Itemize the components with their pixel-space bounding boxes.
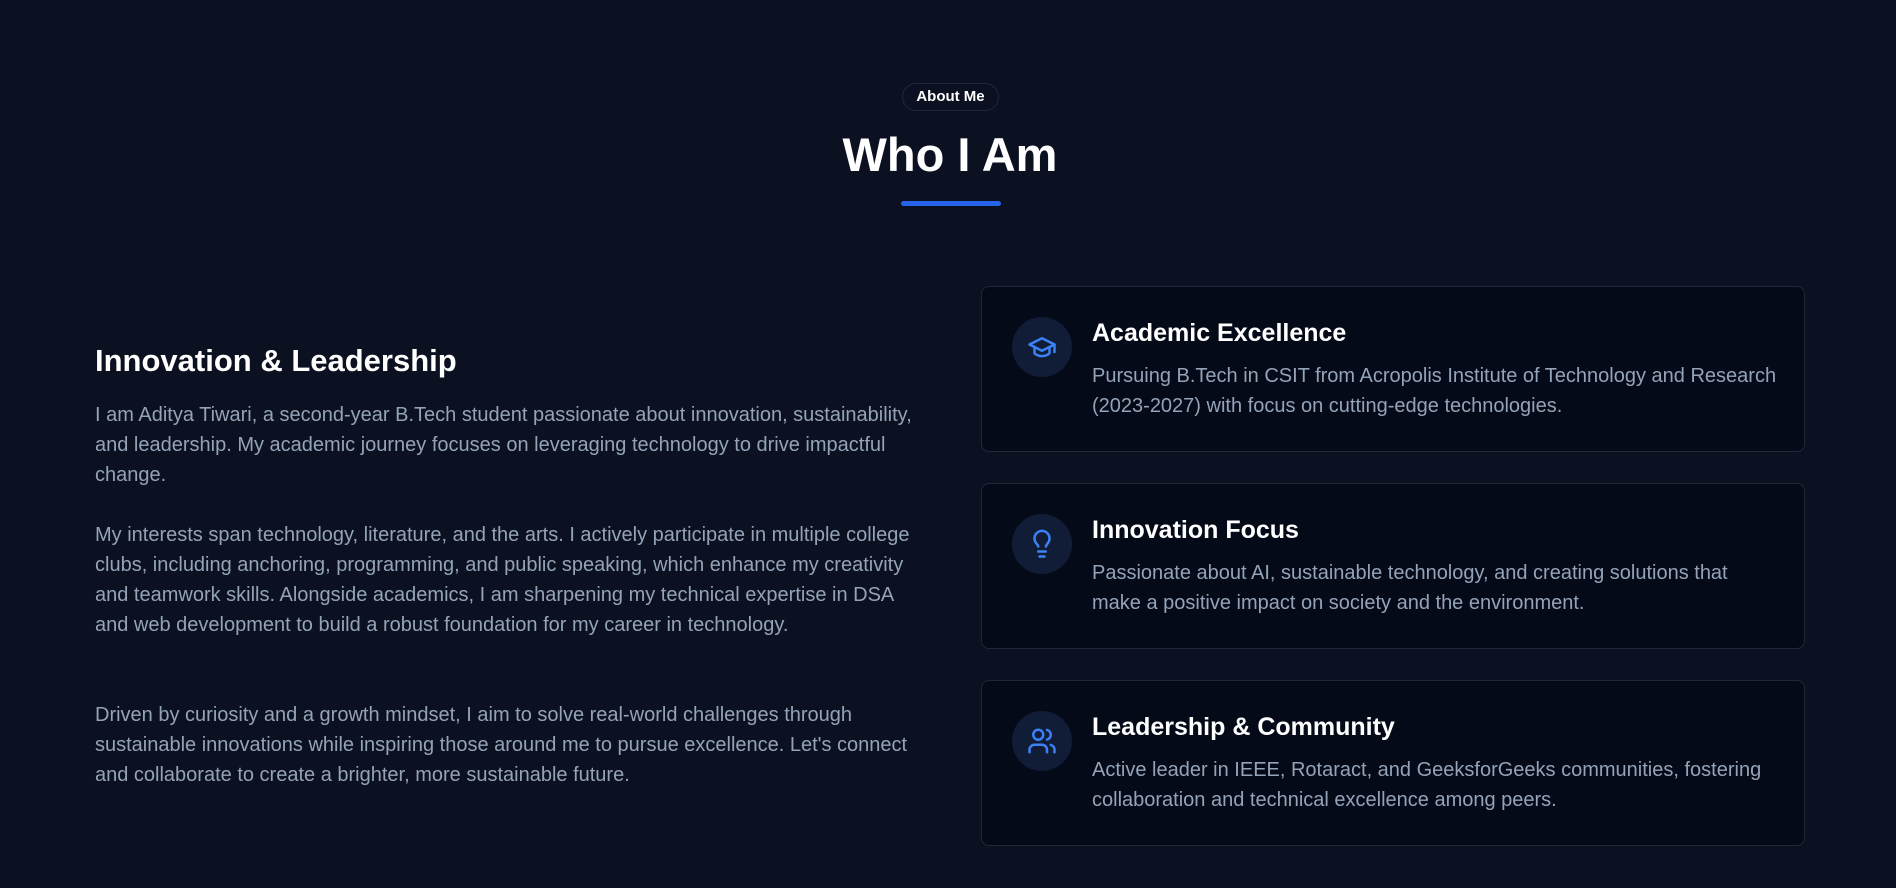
card-innovation-focus: Innovation Focus Passionate about AI, su… [981, 483, 1805, 649]
intro-heading: Innovation & Leadership [95, 343, 457, 378]
lightbulb-icon [1012, 514, 1072, 574]
card-description: Pursuing B.Tech in CSIT from Acropolis I… [1092, 365, 1777, 417]
card-title: Academic Excellence [1092, 319, 1347, 347]
intro-column: Innovation & Leadership I am Aditya Tiwa… [95, 340, 925, 786]
intro-paragraph-1: I am Aditya Tiwari, a second-year B.Tech… [95, 404, 912, 486]
card-title: Innovation Focus [1092, 516, 1299, 544]
card-title: Leadership & Community [1092, 713, 1395, 741]
section-badge: About Me [902, 83, 999, 111]
title-underline [901, 201, 1001, 206]
intro-paragraph-2: My interests span technology, literature… [95, 524, 910, 636]
graduation-cap-icon [1012, 317, 1072, 377]
users-icon [1012, 711, 1072, 771]
card-description: Passionate about AI, sustainable technol… [1092, 562, 1728, 614]
intro-paragraph-3: Driven by curiosity and a growth mindset… [95, 704, 908, 786]
card-description: Active leader in IEEE, Rotaract, and Gee… [1092, 759, 1762, 811]
section-title: Who I Am [842, 128, 1058, 181]
card-leadership-community: Leadership & Community Active leader in … [981, 680, 1805, 846]
card-academic-excellence: Academic Excellence Pursuing B.Tech in C… [981, 286, 1805, 452]
